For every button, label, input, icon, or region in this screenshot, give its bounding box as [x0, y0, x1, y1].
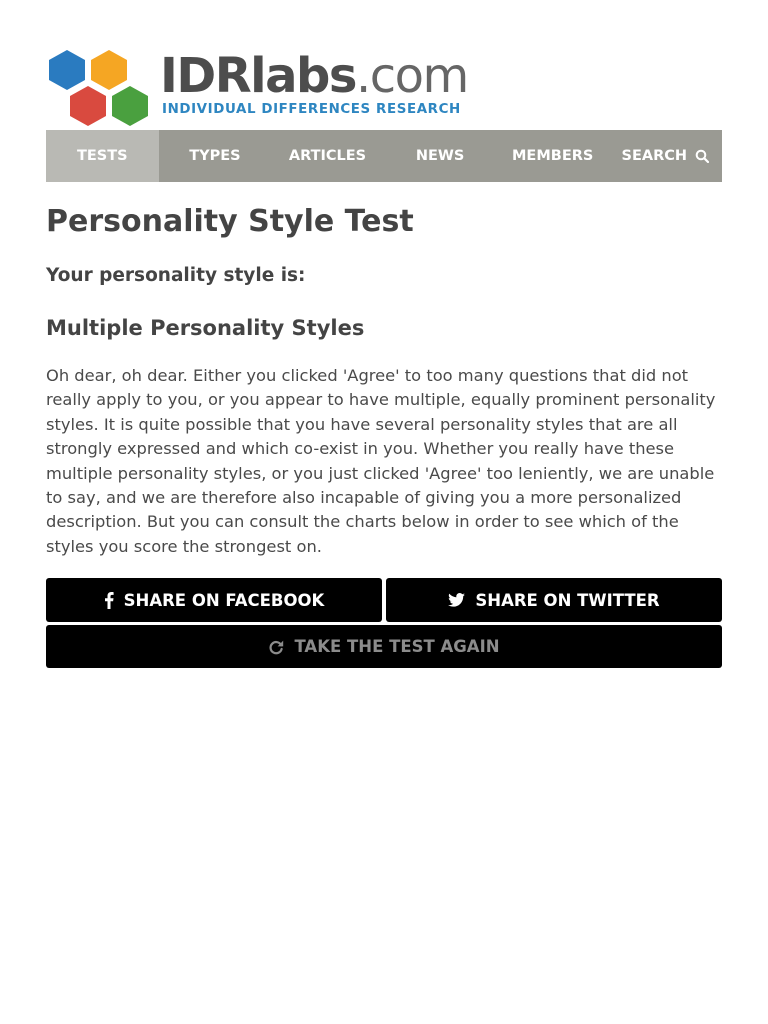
result-description: Oh dear, oh dear. Either you clicked 'Ag… — [46, 366, 716, 556]
take-test-again-button[interactable]: TAKE THE TEST AGAIN — [46, 625, 722, 668]
site-header: IDRlabs.com INDIVIDUAL DIFFERENCES RESEA… — [46, 48, 726, 132]
result-label: Your personality style is: — [46, 265, 306, 286]
refresh-icon — [269, 640, 284, 654]
site-logo-wordmark[interactable]: IDRlabs.com — [160, 52, 469, 100]
take-test-again-label: TAKE THE TEST AGAIN — [294, 637, 500, 656]
twitter-icon — [448, 593, 466, 607]
main-content: Personality Style Test Your personality … — [46, 200, 722, 559]
main-nav: TESTS TYPES ARTICLES NEWS MEMBERS SEARCH — [46, 130, 722, 182]
share-facebook-button[interactable]: SHARE ON FACEBOOK — [46, 578, 382, 622]
share-facebook-label: SHARE ON FACEBOOK — [123, 590, 325, 610]
nav-search-label: SEARCH — [621, 148, 688, 164]
share-twitter-button[interactable]: SHARE ON TWITTER — [386, 578, 722, 622]
nav-articles[interactable]: ARTICLES — [271, 130, 384, 182]
logo-tagline: INDIVIDUAL DIFFERENCES RESEARCH — [162, 102, 461, 117]
nav-search[interactable]: SEARCH — [609, 130, 722, 182]
logo-hexagons-icon[interactable] — [46, 48, 154, 132]
logo-suffix: .com — [355, 48, 469, 104]
share-row: SHARE ON FACEBOOK SHARE ON TWITTER — [46, 578, 722, 622]
result-name: Multiple Personality Styles — [46, 316, 365, 340]
nav-members[interactable]: MEMBERS — [496, 130, 609, 182]
nav-types[interactable]: TYPES — [159, 130, 272, 182]
logo-main: IDRlabs — [160, 48, 357, 104]
facebook-icon — [104, 591, 114, 609]
nav-news[interactable]: NEWS — [384, 130, 497, 182]
page-title: Personality Style Test — [46, 204, 414, 239]
search-icon — [695, 149, 710, 163]
nav-tests[interactable]: TESTS — [46, 130, 159, 182]
share-twitter-label: SHARE ON TWITTER — [475, 590, 660, 610]
